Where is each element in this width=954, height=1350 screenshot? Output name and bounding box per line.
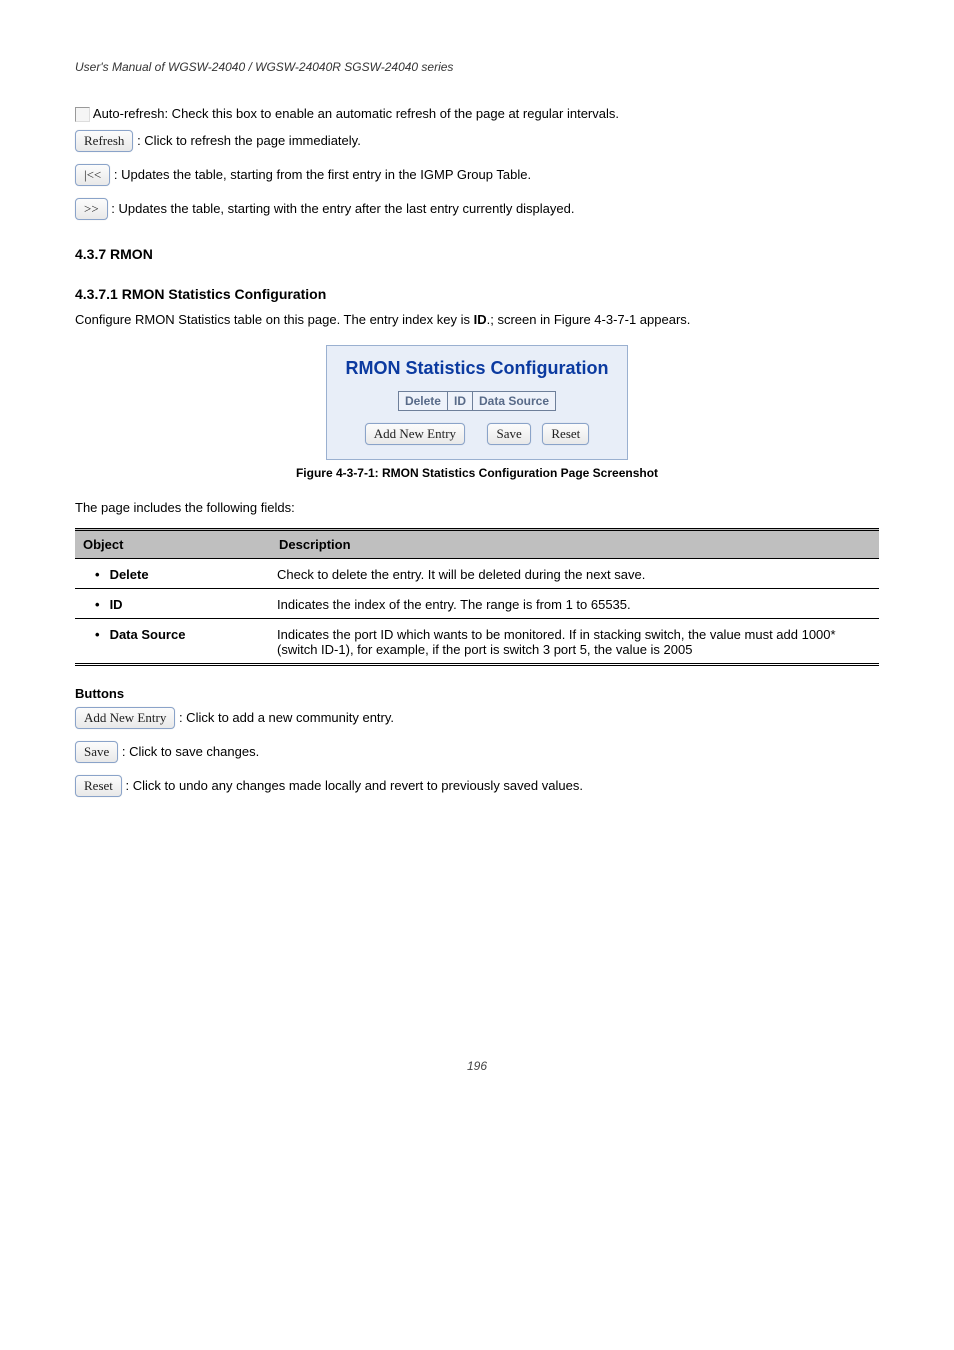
object-description-table: Object Description •Delete Check to dele… bbox=[75, 528, 879, 666]
first-page-desc: : Updates the table, starting from the f… bbox=[114, 167, 531, 182]
next-page-desc: : Updates the table, starting with the e… bbox=[111, 201, 574, 216]
auto-refresh-desc: : Check this box to enable an automatic … bbox=[164, 106, 619, 121]
auto-refresh-checkbox[interactable] bbox=[75, 107, 90, 122]
table-row: •Delete Check to delete the entry. It wi… bbox=[75, 558, 879, 588]
obj-id: ID bbox=[110, 597, 123, 612]
add-entry-button[interactable]: Add New Entry bbox=[75, 707, 175, 729]
table-row: •ID Indicates the index of the entry. Th… bbox=[75, 588, 879, 618]
panel-th-datasource: Data Source bbox=[472, 392, 555, 411]
table-intro: The page includes the following fields: bbox=[75, 498, 879, 518]
subsection-intro-1: Configure RMON Statistics table on this … bbox=[75, 312, 474, 327]
panel-th-id: ID bbox=[447, 392, 472, 411]
section-heading: 4.3.7 RMON bbox=[75, 246, 879, 262]
refresh-button[interactable]: Refresh bbox=[75, 130, 133, 152]
panel-title: RMON Statistics Configuration bbox=[345, 358, 608, 379]
buttons-heading: Buttons bbox=[75, 686, 879, 701]
page-header-text: User's Manual of WGSW-24040 / WGSW-24040… bbox=[75, 60, 879, 74]
reset-button[interactable]: Reset bbox=[75, 775, 122, 797]
desc-id: Indicates the index of the entry. The ra… bbox=[271, 588, 879, 618]
panel-save-button[interactable]: Save bbox=[487, 423, 530, 445]
subsection-intro-bold: ID bbox=[474, 312, 487, 327]
save-desc: : Click to save changes. bbox=[122, 744, 259, 759]
figure-label: Figure 4-3-7-1: RMON Statistics Configur… bbox=[75, 466, 879, 480]
desc-datasource: Indicates the port ID which wants to be … bbox=[271, 618, 879, 664]
obj-delete: Delete bbox=[110, 567, 149, 582]
reset-desc: : Click to undo any changes made locally… bbox=[126, 778, 583, 793]
subsection-heading: 4.3.7.1 RMON Statistics Configuration bbox=[75, 286, 879, 302]
panel-reset-button[interactable]: Reset bbox=[542, 423, 589, 445]
obj-th-description: Description bbox=[271, 529, 879, 558]
auto-refresh-label: Auto-refresh bbox=[93, 106, 165, 121]
first-page-button[interactable]: |<< bbox=[75, 164, 110, 186]
page-number: 196 bbox=[75, 1059, 879, 1073]
desc-delete: Check to delete the entry. It will be de… bbox=[271, 558, 879, 588]
panel-add-button[interactable]: Add New Entry bbox=[365, 423, 465, 445]
rmon-config-panel: RMON Statistics Configuration Delete ID … bbox=[326, 345, 627, 460]
obj-datasource: Data Source bbox=[110, 627, 186, 642]
panel-header-table: Delete ID Data Source bbox=[398, 391, 556, 411]
save-button[interactable]: Save bbox=[75, 741, 118, 763]
add-entry-desc: : Click to add a new community entry. bbox=[179, 710, 394, 725]
obj-th-object: Object bbox=[75, 529, 271, 558]
next-page-button[interactable]: >> bbox=[75, 198, 108, 220]
table-row: •Data Source Indicates the port ID which… bbox=[75, 618, 879, 664]
refresh-desc: : Click to refresh the page immediately. bbox=[137, 133, 361, 148]
subsection-intro-2: .; screen in Figure 4-3-7-1 appears. bbox=[487, 312, 691, 327]
panel-th-delete: Delete bbox=[398, 392, 447, 411]
